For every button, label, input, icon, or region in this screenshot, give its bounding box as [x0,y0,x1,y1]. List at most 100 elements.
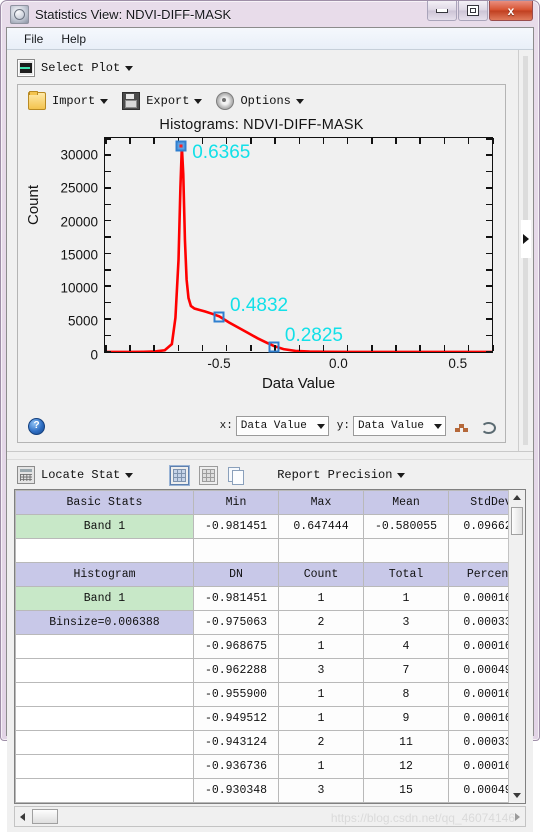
table-cell: 12 [363,754,449,779]
import-label: Import [52,94,96,108]
chart-title: Histograms: NDVI-DIFF-MASK [159,117,364,133]
minimize-button[interactable] [427,1,457,21]
locate-stat-button[interactable]: Locate Stat [17,466,134,484]
y-axis-select[interactable]: Data Value [353,416,446,436]
x-axis-select[interactable]: Data Value [235,416,329,436]
export-label: Export [146,94,190,108]
x-axis-field-label: x: [219,420,233,432]
chart-data-marker[interactable] [213,311,225,323]
scroll-right-button[interactable] [510,807,525,826]
table-cell: 3 [278,658,364,683]
table-vertical-scrollbar[interactable] [508,490,525,803]
close-button[interactable]: x [489,1,533,21]
stats-table-container: Basic Stats Min Max Mean StdDev Band 1 -0.9814… [14,489,526,804]
axis-tick-mark [443,138,446,144]
column-header: StdDev [448,490,509,515]
horizontal-splitter[interactable] [7,451,533,460]
row-label-cell [15,682,194,707]
y-axis-field-label: y: [336,420,350,432]
x-axis-label: Data Value [261,375,336,392]
y-tick-label: 30000 [60,147,98,163]
help-icon[interactable]: ? [28,417,45,435]
column-header: Mean [363,490,449,515]
table-header-row: Basic Stats Min Max Mean StdDev [15,490,509,515]
grid-blue-icon[interactable] [170,465,190,485]
table-cell: -0.968675 [193,634,279,659]
chevron-down-icon [316,423,325,429]
app-icon [10,4,29,24]
column-header: Max [278,490,364,515]
grid-gray-icon[interactable] [199,465,219,485]
table-row: Band 1-0.9814510.647444-0.5800550.096628 [15,514,509,539]
table-cell: 4 [363,634,449,659]
chart-area[interactable]: Count 0 5000 10000 15000 20000 25000 30000 -0.… [25,137,497,399]
select-plot-toolbar: Select Plot [17,56,518,80]
axis-tick-mark [486,154,492,156]
axis-tick-mark [492,345,494,351]
calculator-icon [17,466,35,484]
chevron-down-icon [100,98,109,104]
folder-icon [28,91,46,110]
axis-tick-mark [486,351,492,353]
axis-tick-mark [201,345,204,351]
table-row: Band 1-0.981451110.000166 [15,586,509,611]
select-plot-button[interactable]: Select Plot [17,59,134,77]
band-label-cell: Band 1 [15,514,194,539]
axis-tick-mark [486,219,492,222]
table-cell: -0.930348 [193,778,279,803]
chart-data-marker[interactable] [268,341,280,353]
table-cell: 1 [278,634,364,659]
window-title: Statistics View: NDVI-DIFF-MASK [35,6,232,22]
binsize-cell: Binsize=0.006388 [15,610,194,635]
chart-annotation-label: 0.4832 [229,295,289,317]
row-label-cell [15,730,194,755]
table-cell: 2 [278,610,364,635]
plot-frame [104,137,494,353]
table-cell: -0.981451 [193,586,279,611]
vertical-splitter[interactable] [518,50,533,451]
y-axis-select-value: Data Value [358,420,425,432]
axis-tick-mark [395,345,397,351]
vertical-scroll-thumb[interactable] [511,507,524,535]
table-cell: 0.096628 [448,514,509,539]
menu-item-file[interactable]: File [15,30,52,48]
y-tick-label: 25000 [60,180,98,196]
chart-data-marker[interactable] [175,140,187,152]
export-button[interactable]: Export [122,92,203,110]
table-cell: 7 [363,658,449,683]
scroll-down-button[interactable] [509,788,525,803]
axis-tick-mark [371,345,373,351]
table-row: -0.968675140.000166 [15,634,509,659]
x-tick-label: -0.5 [207,356,231,371]
table-row: -0.9303483150.000497 [15,778,509,803]
table-cell: 0.000166 [448,706,509,731]
axis-tick-mark [492,138,494,144]
axis-tick-mark [105,236,111,238]
chevron-down-icon [397,472,406,478]
maximize-button[interactable] [458,1,488,21]
scroll-up-button[interactable] [509,490,525,505]
chart-toolbar: Import Export Options [18,85,505,113]
table-cell: 11 [363,730,449,755]
scroll-left-button[interactable] [15,807,30,826]
table-cell: -0.943124 [193,730,279,755]
x-tick-label: 0.5 [448,356,468,371]
axis-tick-mark [419,138,421,144]
options-button[interactable]: Options [216,92,304,110]
menu-item-help[interactable]: Help [52,30,95,48]
column-header: DN [193,562,279,587]
row-label-cell [15,778,194,803]
chart-annotation-label: 0.2825 [284,325,344,347]
report-precision-button[interactable]: Report Precision [274,468,406,482]
table-horizontal-scrollbar[interactable]: https://blog.csdn.net/qq_46074146 [14,806,526,827]
splitter-expand-handle[interactable] [521,220,531,258]
axis-tick-mark [486,301,492,304]
refresh-icon[interactable] [480,419,496,434]
horizontal-scroll-thumb[interactable] [32,809,58,824]
table-cell: 2 [278,730,364,755]
copy-icon[interactable] [228,466,245,485]
import-button[interactable]: Import [28,91,109,110]
table-cell: -0.955900 [193,682,279,707]
axis-tick-mark [419,345,421,351]
stairs-icon[interactable] [454,419,468,433]
